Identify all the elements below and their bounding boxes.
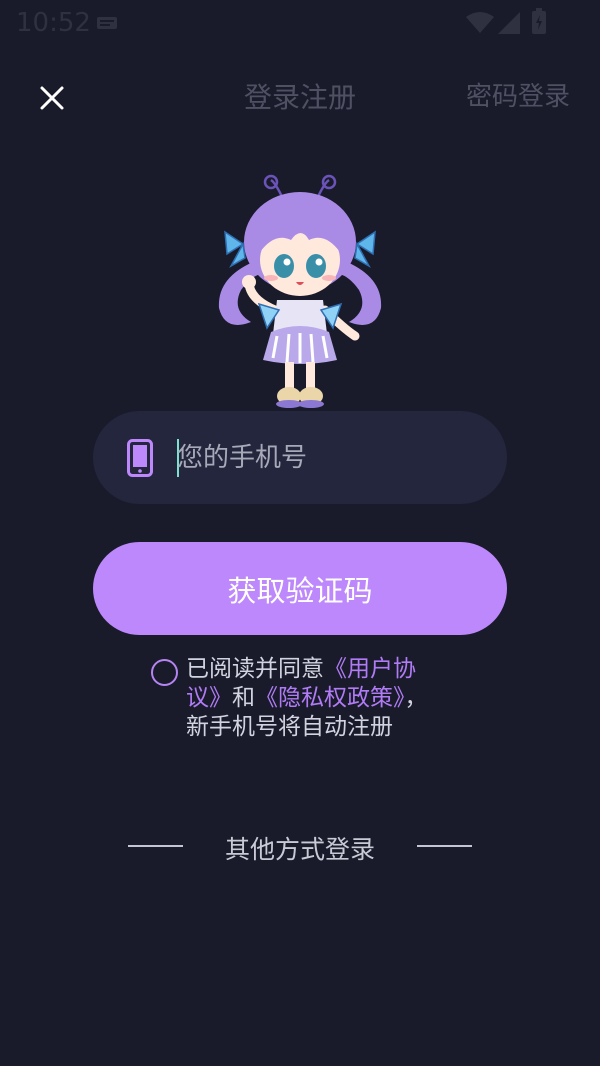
notification-icon: [97, 17, 117, 29]
agreement-prefix: 已阅读并同意: [186, 656, 324, 682]
battery-icon: [532, 8, 546, 34]
password-login-link[interactable]: 密码登录: [466, 76, 570, 113]
divider-right: [417, 845, 472, 847]
mascot-illustration: [218, 174, 382, 408]
agreement-checkbox[interactable]: [151, 659, 178, 686]
status-bar: 10:52: [0, 0, 600, 46]
agreement-connector: 和: [232, 685, 255, 711]
privacy-policy-link[interactable]: 《隐私权政策》: [255, 685, 405, 711]
other-login-methods-label: 其他方式登录: [224, 835, 375, 864]
get-code-label: 获取验证码: [227, 573, 373, 608]
phone-number-field[interactable]: [93, 411, 507, 504]
signal-icon: [498, 12, 520, 34]
wifi-icon: [466, 12, 494, 33]
status-time: 10:52: [16, 8, 91, 38]
phone-icon: [127, 439, 153, 477]
get-verification-code-button[interactable]: 获取验证码: [93, 542, 507, 635]
phone-number-input[interactable]: [177, 433, 477, 483]
agreement-text: 已阅读并同意《用户协议》和《隐私权政策》，新手机号将自动注册: [186, 655, 446, 742]
login-screen: 10:52 登录注册 密码登录 您的手机号 获取验证码 已阅读并同意《用户协议》…: [0, 0, 600, 1066]
